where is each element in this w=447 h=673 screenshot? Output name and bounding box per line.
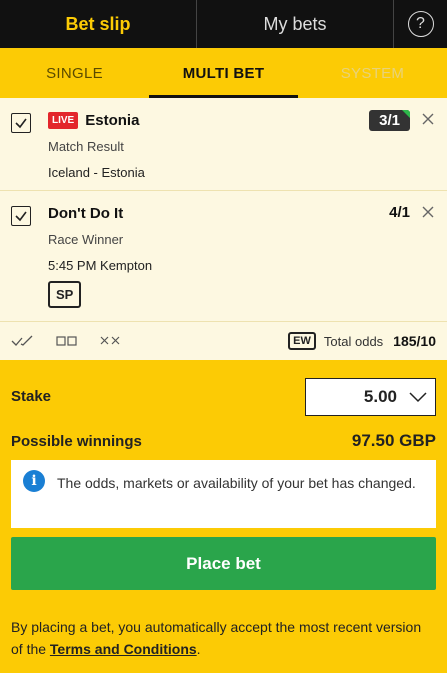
total-odds-value: 185/10 [393,333,436,349]
notice-message: The odds, markets or availability of you… [57,475,416,491]
chevron-down-icon [409,391,427,402]
place-bet-button[interactable]: Place bet [11,537,436,590]
odds-badge: 3/1 [369,110,410,131]
sp-toggle[interactable]: SP [48,281,82,308]
selection-checkbox[interactable] [11,113,31,133]
checkmark-icon [15,211,27,222]
bet-selection: LIVE Estonia 3/1 Match Result Iceland - … [0,98,447,191]
tab-bet-slip[interactable]: Bet slip [0,0,197,48]
checkmark-icon [15,118,27,129]
tab-my-bets[interactable]: My bets [197,0,394,48]
info-icon: i [23,470,45,492]
odds-change-notice: i The odds, markets or availability of y… [11,460,436,528]
deselect-all-icon[interactable] [55,334,79,348]
event-name: Iceland - Estonia [48,165,145,180]
bet-toolbar: EW Total odds 185/10 [0,322,447,360]
select-all-icon[interactable] [11,334,35,348]
bet-selection: Don't Do It 4/1 Race Winner 5:45 PM Kemp… [0,191,447,322]
live-badge: LIVE [48,111,79,129]
each-way-toggle[interactable]: EW [288,332,316,350]
bets-list: LIVE Estonia 3/1 Match Result Iceland - … [0,98,447,360]
total-odds-label: Total odds [323,333,384,349]
market-name: Match Result [48,139,124,154]
selection-checkbox[interactable] [11,206,31,226]
odds-value: 4/1 [389,204,410,221]
selection-name: Don't Do It [48,204,124,222]
top-bar: Bet slip My bets ? [0,0,447,48]
tab-system: SYSTEM [340,64,405,82]
bet-type-tabs: SINGLE MULTI BET SYSTEM [0,48,447,98]
stake-section: Stake 5.00 Possible winnings 97.50 GBP i… [0,360,447,660]
help-button[interactable]: ? [394,0,447,48]
event-name: 5:45 PM Kempton [48,258,153,273]
help-icon: ? [407,11,434,37]
terms-link[interactable]: Terms and Conditions [50,641,197,657]
tab-single[interactable]: SINGLE [0,48,149,98]
terms-footer: By placing a bet, you automatically acce… [11,616,436,660]
market-name: Race Winner [48,232,124,247]
tab-multi-bet[interactable]: MULTI BET [149,48,298,98]
stake-input[interactable]: 5.00 [305,377,436,416]
selection-name: Estonia [85,111,140,129]
footer-text-end: . [196,641,201,657]
close-icon[interactable] [420,204,436,220]
close-icon[interactable] [420,111,436,127]
stake-label: Stake [11,388,52,405]
possible-winnings-value: 97.50 GBP [351,431,436,450]
possible-winnings-label: Possible winnings [11,432,142,450]
remove-all-icon[interactable] [99,334,123,348]
stake-value: 5.00 [363,386,397,406]
